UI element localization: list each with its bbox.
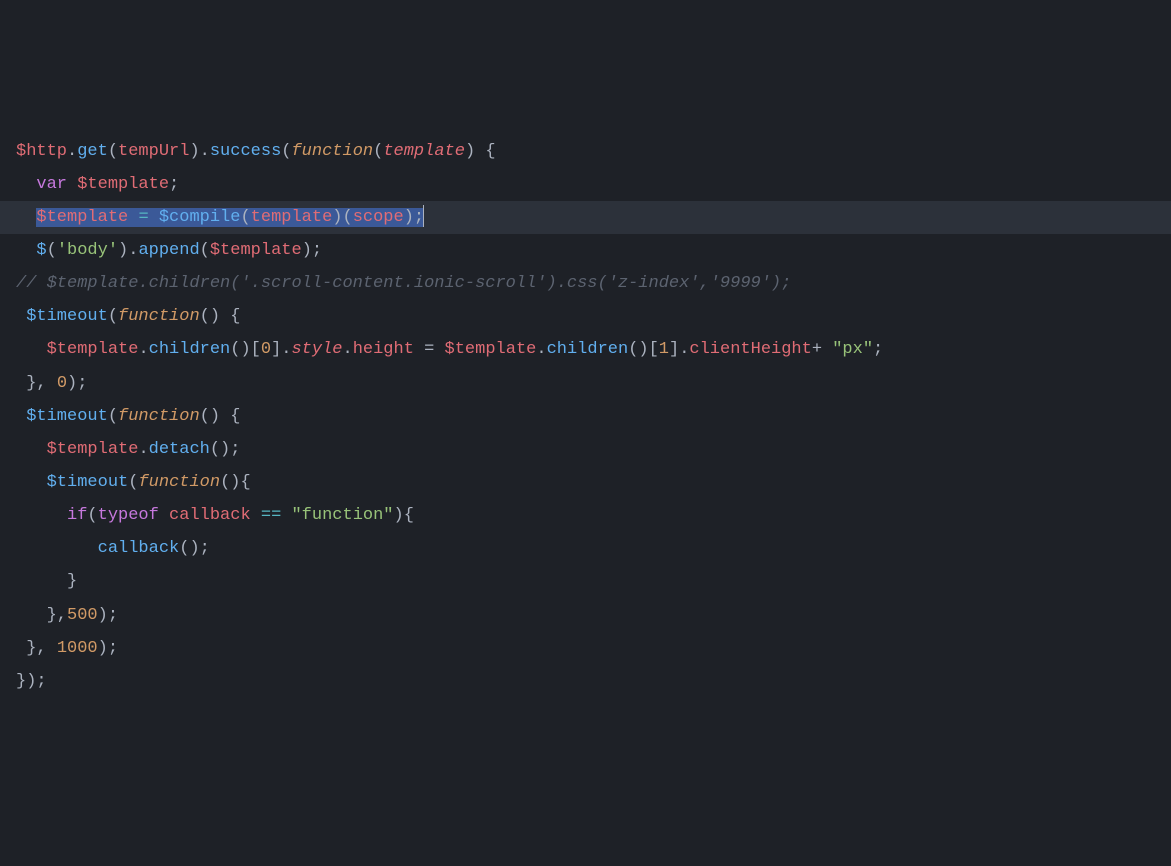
- parameter: template: [383, 142, 465, 161]
- code-line-highlighted: $template = $compile(template)(scope);: [0, 201, 1171, 234]
- code-line: $template.children()[0].style.height = $…: [0, 333, 1171, 366]
- keyword-function: function: [291, 142, 373, 161]
- number: 0: [57, 374, 67, 393]
- code-line: });: [0, 665, 1171, 698]
- method: success: [210, 142, 281, 161]
- code-line: $http.get(tempUrl).success(function(temp…: [0, 135, 1171, 168]
- code-line: $timeout(function() {: [0, 400, 1171, 433]
- string: "px": [832, 340, 873, 359]
- code-line: callback();: [0, 532, 1171, 565]
- function-call: $timeout: [26, 407, 108, 426]
- method: append: [138, 241, 199, 260]
- code-line: }: [0, 565, 1171, 598]
- text-cursor: [423, 205, 424, 227]
- code-editor[interactable]: $http.get(tempUrl).success(function(temp…: [0, 135, 1171, 698]
- keyword-function: function: [138, 473, 220, 492]
- number: 1000: [57, 639, 98, 658]
- string: "function": [291, 506, 393, 525]
- method: children: [149, 340, 231, 359]
- function-call: $timeout: [47, 473, 129, 492]
- method: get: [77, 142, 108, 161]
- string: 'body': [57, 241, 118, 260]
- method: detach: [149, 440, 210, 459]
- keyword-function: function: [118, 307, 200, 326]
- variable: $template: [77, 175, 169, 194]
- variable: $http: [16, 142, 67, 161]
- keyword-if: if: [67, 506, 87, 525]
- code-line: if(typeof callback == "function"){: [0, 499, 1171, 532]
- code-line: }, 0);: [0, 367, 1171, 400]
- property: style: [291, 340, 342, 359]
- selected-text: $template = $compile(template)(scope);: [36, 208, 424, 227]
- keyword-typeof: typeof: [98, 506, 159, 525]
- keyword-function: function: [118, 407, 200, 426]
- code-line: $timeout(function() {: [0, 300, 1171, 333]
- code-line: $template.detach();: [0, 433, 1171, 466]
- number: 0: [261, 340, 271, 359]
- code-line: var $template;: [0, 168, 1171, 201]
- function-call: $timeout: [26, 307, 108, 326]
- code-line: },500);: [0, 599, 1171, 632]
- code-line: $('body').append($template);: [0, 234, 1171, 267]
- comment: // $template.children('.scroll-content.i…: [16, 274, 791, 293]
- code-line: }, 1000);: [0, 632, 1171, 665]
- function-call: callback: [98, 539, 180, 558]
- keyword-var: var: [36, 175, 67, 194]
- code-line: // $template.children('.scroll-content.i…: [0, 267, 1171, 300]
- code-line: $timeout(function(){: [0, 466, 1171, 499]
- number: 500: [67, 606, 98, 625]
